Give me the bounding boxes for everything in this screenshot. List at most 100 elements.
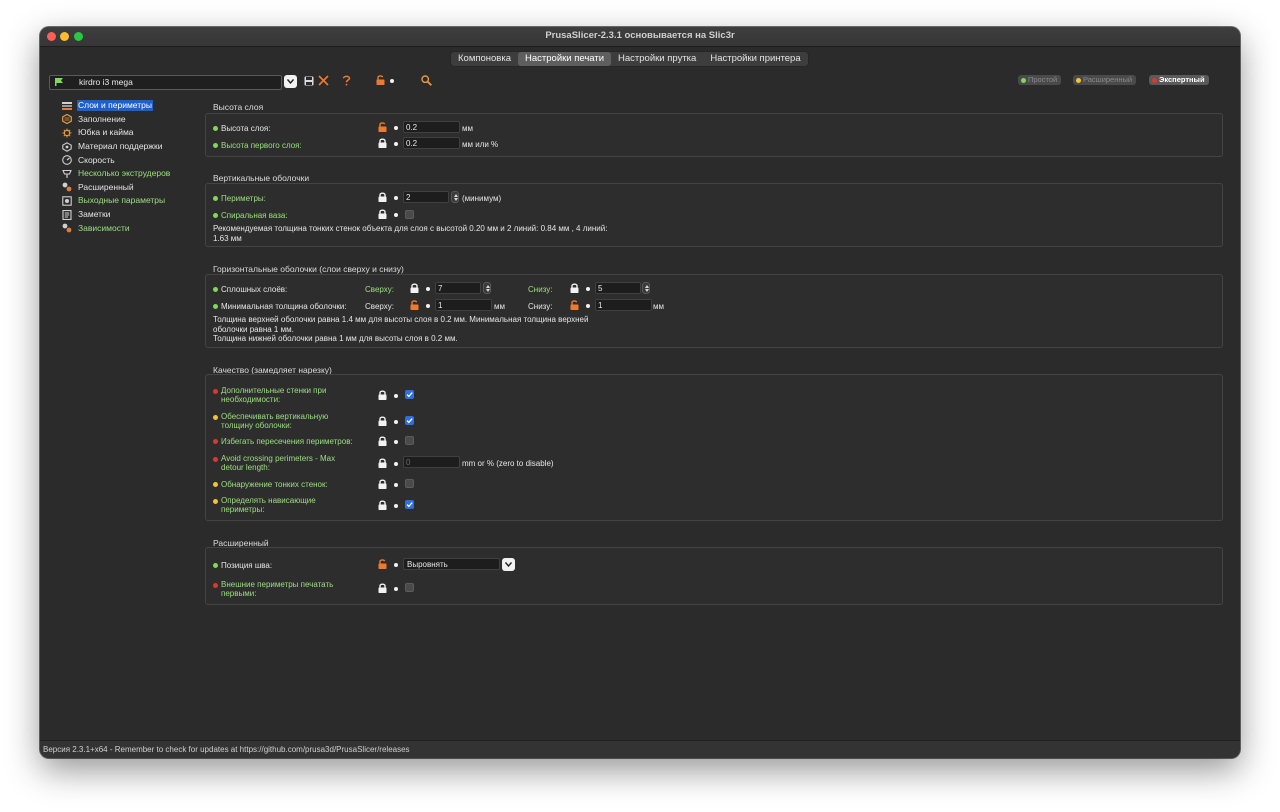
perimeters-label: Периметры: — [213, 194, 266, 203]
lock-icon[interactable] — [378, 479, 387, 489]
unlock-icon[interactable] — [376, 75, 385, 85]
advanced-mode-dot-icon — [213, 415, 218, 420]
sidebar-item-output-options[interactable]: Выходные параметры — [62, 194, 202, 208]
advanced-mode-dot-icon — [213, 499, 218, 504]
preset-dropdown-button[interactable] — [284, 75, 297, 88]
external-perimeters-first-checkbox[interactable] — [405, 583, 414, 592]
system-value-dot-icon[interactable] — [394, 142, 398, 146]
shell-thickness-info: Толщина верхней оболочки равна 1.4 мм дл… — [213, 315, 589, 343]
system-value-dot-icon[interactable] — [394, 126, 398, 130]
unlock-icon[interactable] — [378, 122, 387, 132]
detect-thin-walls-checkbox[interactable] — [405, 479, 414, 488]
seam-position-label: Позиция шва: — [213, 561, 272, 570]
system-value-dot-icon[interactable] — [394, 420, 398, 424]
system-value-dot-icon[interactable] — [394, 394, 398, 398]
seam-position-select[interactable]: Выровнять — [403, 558, 500, 570]
unlock-icon[interactable] — [378, 559, 387, 569]
question-icon[interactable] — [342, 75, 351, 86]
unlock-icon[interactable] — [570, 300, 579, 310]
sidebar-item-infill[interactable]: Заполнение — [62, 113, 202, 127]
lock-icon[interactable] — [378, 583, 387, 593]
sidebar-item-notes[interactable]: Заметки — [62, 208, 202, 222]
system-value-dot-icon[interactable] — [394, 213, 398, 217]
lock-icon[interactable] — [378, 390, 387, 400]
system-value-dot-icon[interactable] — [394, 504, 398, 508]
system-value-dot-icon[interactable] — [426, 287, 430, 291]
mode-advanced-button[interactable]: Расширенный — [1073, 75, 1137, 85]
preset-combobox[interactable]: kirdro i3 mega — [49, 75, 282, 90]
sidebar-item-skirt-brim[interactable]: Юбка и кайма — [62, 126, 202, 140]
advanced-mode-dot-icon — [213, 482, 218, 487]
top-solid-layers-input[interactable]: 7 — [435, 282, 481, 294]
chevron-down-icon — [505, 562, 512, 567]
panel-layer-height — [205, 113, 1223, 157]
notes-icon — [62, 209, 72, 220]
tab-printer-settings[interactable]: Настройки принтера — [703, 52, 807, 66]
status-bar: Версия 2.3.1+x64 - Remember to check for… — [40, 740, 1240, 758]
perimeters-unit: (минимум) — [462, 194, 502, 203]
layer-height-label: Высота слоя: — [213, 124, 270, 133]
system-value-dot-icon[interactable] — [394, 483, 398, 487]
tab-print-settings[interactable]: Настройки печати — [518, 52, 612, 66]
top-solid-layers-spinner[interactable] — [483, 282, 491, 294]
lock-icon[interactable] — [378, 209, 387, 219]
ensure-vertical-thickness-checkbox[interactable] — [405, 416, 414, 425]
spiral-vase-label: Спиральная ваза: — [213, 211, 288, 220]
top-min-thickness-input[interactable]: 1 — [435, 299, 492, 311]
sidebar-item-support-material[interactable]: Материал поддержки — [62, 140, 202, 154]
system-value-dot-icon[interactable] — [390, 79, 394, 83]
lock-icon[interactable] — [410, 283, 419, 293]
system-value-dot-icon[interactable] — [586, 304, 590, 308]
system-value-dot-icon[interactable] — [394, 440, 398, 444]
spiral-vase-checkbox[interactable] — [405, 210, 414, 219]
tab-filament-settings[interactable]: Настройки прутка — [611, 52, 703, 66]
avoid-crossing-max-detour-label: Avoid crossing perimeters - Max detour l… — [213, 454, 348, 472]
bottom-min-thickness-input[interactable]: 1 — [595, 299, 652, 311]
lock-icon[interactable] — [570, 283, 579, 293]
delete-preset-icon[interactable] — [318, 75, 329, 86]
panel-advanced — [205, 547, 1223, 605]
system-value-dot-icon[interactable] — [394, 587, 398, 591]
main-tab-bar: Компоновка Настройки печати Настройки пр… — [450, 51, 809, 67]
simple-mode-dot-icon — [213, 563, 218, 568]
mode-expert-button[interactable]: Экспертный — [1149, 75, 1209, 85]
expert-mode-dot-icon — [213, 457, 218, 462]
system-value-dot-icon[interactable] — [394, 563, 398, 567]
system-value-dot-icon[interactable] — [394, 196, 398, 200]
bottom-solid-layers-spinner[interactable] — [642, 282, 650, 294]
lock-icon[interactable] — [378, 500, 387, 510]
simple-mode-dot-icon — [213, 287, 218, 292]
sidebar-item-layers-perimeters[interactable]: Слои и периметры — [62, 99, 202, 113]
seam-position-dropdown-button[interactable] — [502, 558, 515, 571]
bottom-solid-layers-input[interactable]: 5 — [595, 282, 641, 294]
system-value-dot-icon[interactable] — [426, 304, 430, 308]
section-title-vertical-shells: Вертикальные оболочки — [213, 173, 310, 183]
simple-mode-dot-icon — [213, 126, 218, 131]
sidebar-item-advanced[interactable]: Расширенный — [62, 181, 202, 195]
unlock-icon[interactable] — [410, 300, 419, 310]
search-icon[interactable] — [421, 75, 432, 86]
system-value-dot-icon[interactable] — [586, 287, 590, 291]
perimeters-input[interactable]: 2 — [403, 191, 449, 203]
sidebar-item-multiple-extruders[interactable]: Несколько экструдеров — [62, 167, 202, 181]
sidebar-item-speed[interactable]: Скорость — [62, 153, 202, 167]
mode-simple-button[interactable]: Простой — [1018, 75, 1062, 85]
lock-icon[interactable] — [378, 436, 387, 446]
system-value-dot-icon[interactable] — [394, 462, 398, 466]
layer-height-input[interactable]: 0.2 — [403, 121, 460, 133]
app-window: PrusaSlicer-2.3.1 основывается на Slic3r… — [40, 27, 1240, 758]
dependencies-icon — [62, 223, 72, 233]
first-layer-height-input[interactable]: 0.2 — [403, 137, 460, 149]
overhangs-checkbox[interactable] — [405, 500, 414, 509]
tab-plater[interactable]: Компоновка — [451, 52, 518, 66]
avoid-crossing-perimeters-checkbox[interactable] — [405, 436, 414, 445]
perimeters-spinner[interactable] — [451, 191, 459, 203]
lock-icon[interactable] — [378, 416, 387, 426]
lock-icon[interactable] — [378, 192, 387, 202]
sidebar-item-dependencies[interactable]: Зависимости — [62, 221, 202, 235]
lock-icon[interactable] — [378, 458, 387, 468]
lock-icon[interactable] — [378, 138, 387, 148]
extra-perimeters-checkbox[interactable] — [405, 390, 414, 399]
max-detour-length-input[interactable]: 0 — [403, 456, 460, 468]
save-preset-icon[interactable] — [304, 76, 314, 86]
